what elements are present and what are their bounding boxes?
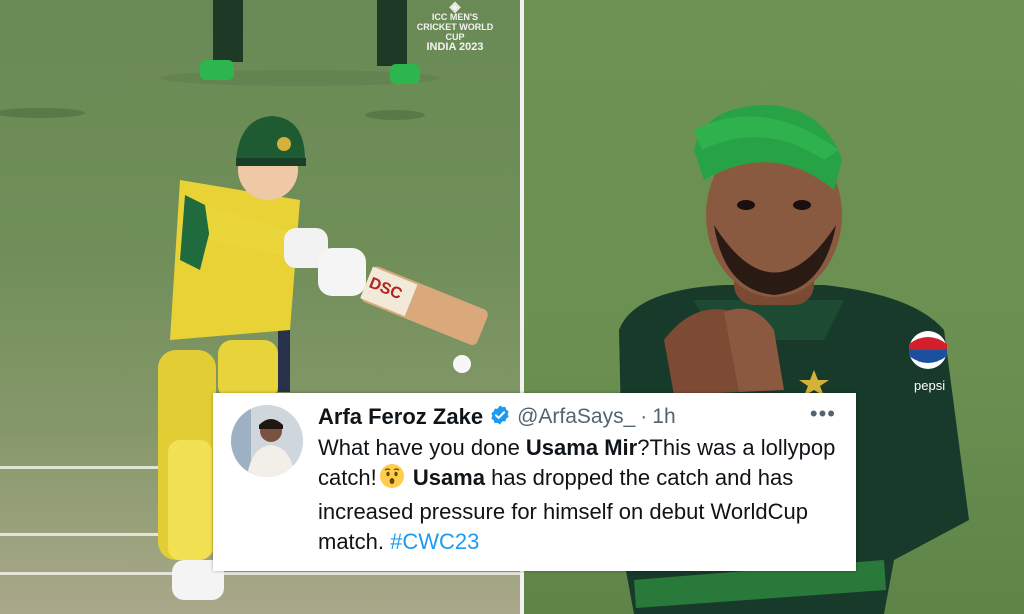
hushed-face-emoji-icon — [379, 463, 405, 497]
pepsi-wordmark: pepsi — [914, 378, 945, 393]
logo-line: ICC MEN'S — [431, 12, 479, 22]
author-avatar[interactable] — [231, 405, 303, 477]
author-handle[interactable]: @ArfaSays_ — [517, 405, 635, 429]
broadcast-logo: ◈ ICC MEN'S CRICKET WORLD CUP INDIA 2023 — [410, 0, 500, 53]
logo-line: CRICKET WORLD CUP — [416, 22, 494, 42]
tweet-card[interactable]: Arfa Feroz Zake @ArfaSays_ · 1h ••• What… — [213, 393, 856, 571]
verified-badge-icon — [489, 404, 511, 431]
author-name[interactable]: Arfa Feroz Zake — [318, 404, 483, 430]
logo-line: INDIA 2023 — [426, 41, 484, 53]
tweet-text: What have you done Usama Mir?This was a … — [318, 433, 838, 557]
hashtag-link[interactable]: #CWC23 — [390, 529, 479, 554]
bold-name: Usama Mir — [525, 435, 638, 460]
more-options-icon[interactable]: ••• — [810, 401, 836, 427]
tweet-timestamp[interactable]: 1h — [652, 405, 675, 429]
text-segment: What have you done — [318, 435, 526, 460]
separator-dot: · — [640, 405, 648, 428]
bold-name: Usama — [412, 465, 485, 490]
tweet-header: Arfa Feroz Zake @ArfaSays_ · 1h — [318, 403, 676, 431]
